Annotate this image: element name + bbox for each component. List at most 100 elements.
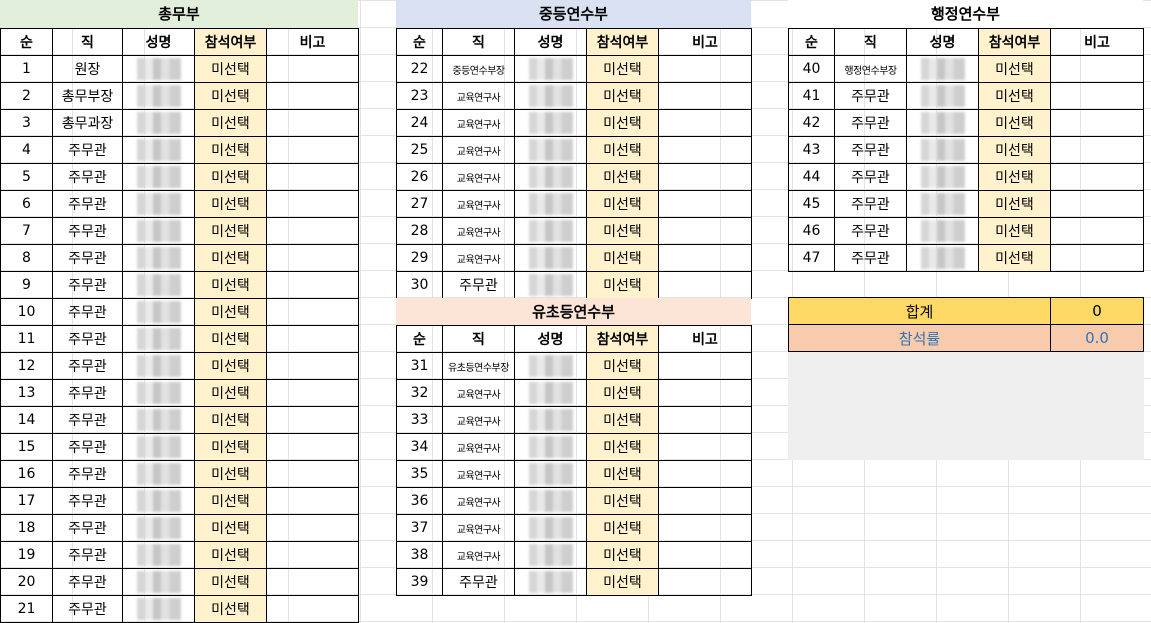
attendance-select[interactable]: 미선택 xyxy=(194,109,267,137)
note-cell[interactable] xyxy=(266,514,359,542)
note-cell[interactable] xyxy=(266,595,359,623)
row-name-redacted xyxy=(906,55,979,83)
note-cell[interactable] xyxy=(658,271,752,299)
note-cell[interactable] xyxy=(266,244,359,272)
note-cell[interactable] xyxy=(266,352,359,380)
note-cell[interactable] xyxy=(658,109,752,137)
attendance-select[interactable]: 미선택 xyxy=(978,217,1051,245)
attendance-select[interactable]: 미선택 xyxy=(978,163,1051,191)
note-cell[interactable] xyxy=(658,541,752,569)
attendance-select[interactable]: 미선택 xyxy=(586,136,659,164)
note-cell[interactable] xyxy=(266,541,359,569)
note-cell[interactable] xyxy=(266,298,359,326)
note-cell[interactable] xyxy=(658,352,752,380)
attendance-select[interactable]: 미선택 xyxy=(194,298,267,326)
note-cell[interactable] xyxy=(658,217,752,245)
attendance-select[interactable]: 미선택 xyxy=(194,541,267,569)
attendance-select[interactable]: 미선택 xyxy=(194,460,267,488)
attendance-select[interactable]: 미선택 xyxy=(586,433,659,461)
attendance-select[interactable]: 미선택 xyxy=(194,514,267,542)
note-cell[interactable] xyxy=(266,190,359,218)
note-cell[interactable] xyxy=(266,55,359,83)
note-cell[interactable] xyxy=(1050,82,1144,110)
attendance-select[interactable]: 미선택 xyxy=(586,55,659,83)
attendance-select[interactable]: 미선택 xyxy=(586,460,659,488)
attendance-select[interactable]: 미선택 xyxy=(978,244,1051,272)
attendance-select[interactable]: 미선택 xyxy=(194,595,267,623)
note-cell[interactable] xyxy=(1050,217,1144,245)
attendance-select[interactable]: 미선택 xyxy=(586,190,659,218)
attendance-select[interactable]: 미선택 xyxy=(194,487,267,515)
attendance-select[interactable]: 미선택 xyxy=(586,271,659,299)
note-cell[interactable] xyxy=(266,271,359,299)
attendance-select[interactable]: 미선택 xyxy=(978,136,1051,164)
attendance-select[interactable]: 미선택 xyxy=(194,379,267,407)
attendance-select[interactable]: 미선택 xyxy=(978,82,1051,110)
note-cell[interactable] xyxy=(266,460,359,488)
attendance-select[interactable]: 미선택 xyxy=(194,406,267,434)
attendance-select[interactable]: 미선택 xyxy=(978,190,1051,218)
attendance-select[interactable]: 미선택 xyxy=(586,109,659,137)
attendance-select[interactable]: 미선택 xyxy=(194,217,267,245)
note-cell[interactable] xyxy=(266,487,359,515)
note-cell[interactable] xyxy=(658,244,752,272)
note-cell[interactable] xyxy=(266,406,359,434)
note-cell[interactable] xyxy=(266,568,359,596)
note-cell[interactable] xyxy=(266,109,359,137)
note-cell[interactable] xyxy=(658,379,752,407)
attendance-select[interactable]: 미선택 xyxy=(586,217,659,245)
attendance-select[interactable]: 미선택 xyxy=(194,271,267,299)
note-cell[interactable] xyxy=(658,487,752,515)
note-cell[interactable] xyxy=(658,406,752,434)
note-cell[interactable] xyxy=(1050,163,1144,191)
note-cell[interactable] xyxy=(658,460,752,488)
attendance-select[interactable]: 미선택 xyxy=(194,163,267,191)
note-cell[interactable] xyxy=(1050,55,1144,83)
note-cell[interactable] xyxy=(266,136,359,164)
attendance-select[interactable]: 미선택 xyxy=(194,352,267,380)
note-cell[interactable] xyxy=(266,325,359,353)
note-cell[interactable] xyxy=(658,136,752,164)
note-cell[interactable] xyxy=(658,82,752,110)
attendance-select[interactable]: 미선택 xyxy=(194,568,267,596)
rate-value[interactable]: 0.0 xyxy=(1050,324,1144,352)
attendance-select[interactable]: 미선택 xyxy=(194,136,267,164)
attendance-select[interactable]: 미선택 xyxy=(194,55,267,83)
note-cell[interactable] xyxy=(658,55,752,83)
attendance-select[interactable]: 미선택 xyxy=(586,406,659,434)
total-value[interactable]: 0 xyxy=(1050,297,1144,325)
note-cell[interactable] xyxy=(658,514,752,542)
note-cell[interactable] xyxy=(658,163,752,191)
attendance-select[interactable]: 미선택 xyxy=(586,82,659,110)
attendance-select[interactable]: 미선택 xyxy=(978,109,1051,137)
row-position: 주무관 xyxy=(52,541,123,569)
attendance-select[interactable]: 미선택 xyxy=(978,55,1051,83)
attendance-select[interactable]: 미선택 xyxy=(586,244,659,272)
note-cell[interactable] xyxy=(266,82,359,110)
note-cell[interactable] xyxy=(266,217,359,245)
attendance-select[interactable]: 미선택 xyxy=(586,379,659,407)
attendance-select[interactable]: 미선택 xyxy=(194,190,267,218)
attendance-select[interactable]: 미선택 xyxy=(586,568,659,596)
attendance-select[interactable]: 미선택 xyxy=(194,433,267,461)
note-cell[interactable] xyxy=(1050,244,1144,272)
note-cell[interactable] xyxy=(1050,190,1144,218)
attendance-select[interactable]: 미선택 xyxy=(586,352,659,380)
redacted-name-blur xyxy=(136,301,181,323)
note-cell[interactable] xyxy=(266,163,359,191)
row-name-redacted xyxy=(514,433,587,461)
note-cell[interactable] xyxy=(266,379,359,407)
attendance-select[interactable]: 미선택 xyxy=(194,82,267,110)
attendance-select[interactable]: 미선택 xyxy=(586,163,659,191)
attendance-select[interactable]: 미선택 xyxy=(586,541,659,569)
note-cell[interactable] xyxy=(658,190,752,218)
attendance-select[interactable]: 미선택 xyxy=(194,244,267,272)
attendance-select[interactable]: 미선택 xyxy=(586,514,659,542)
attendance-select[interactable]: 미선택 xyxy=(194,325,267,353)
note-cell[interactable] xyxy=(658,433,752,461)
attendance-select[interactable]: 미선택 xyxy=(586,487,659,515)
note-cell[interactable] xyxy=(1050,109,1144,137)
note-cell[interactable] xyxy=(658,568,752,596)
note-cell[interactable] xyxy=(1050,136,1144,164)
note-cell[interactable] xyxy=(266,433,359,461)
